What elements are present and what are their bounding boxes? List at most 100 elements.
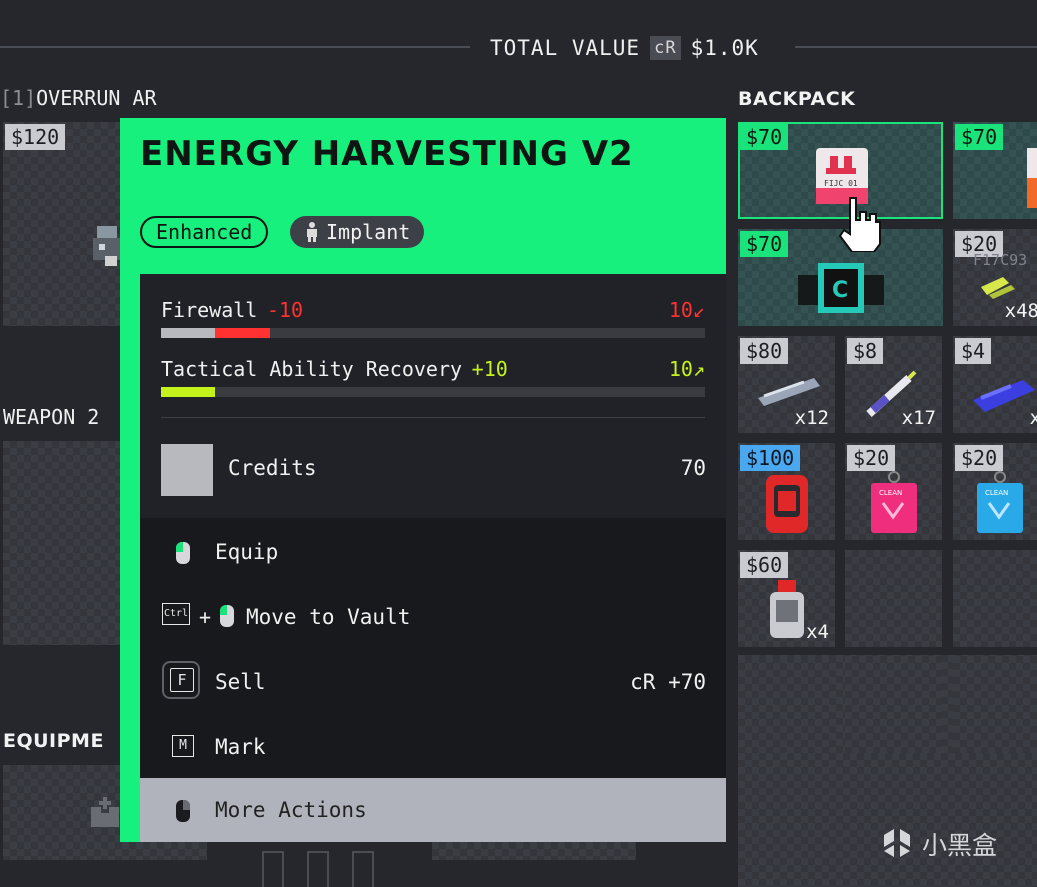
item-price: $80 xyxy=(740,338,789,364)
backpack-item-8[interactable]: $100 xyxy=(738,443,835,540)
stat-name: Tactical Ability Recovery xyxy=(161,357,463,381)
item-qty: x12 xyxy=(794,407,829,429)
backpack-title: BACKPACK xyxy=(738,88,856,110)
actions-panel: Equip Ctrl + Move to Vault F Sell cR +70… xyxy=(140,518,726,842)
slot1-name: OVERRUN AR xyxy=(36,86,157,110)
backpack-empty-1[interactable] xyxy=(845,550,942,647)
tag-implant-label: Implant xyxy=(326,220,411,244)
stat-tactical-recovery: Tactical Ability Recovery +10 10↗ xyxy=(161,357,705,397)
stat-bar-loss xyxy=(215,328,270,338)
action-move-to-vault[interactable]: Ctrl + Move to Vault xyxy=(140,585,726,649)
stat-delta: -10 xyxy=(266,298,304,322)
total-value: TOTAL VALUE cR $1.0K xyxy=(490,36,759,60)
weapon2-slot[interactable] xyxy=(3,441,128,645)
item-price: $60 xyxy=(740,552,789,578)
backpack-item-7[interactable]: $4 x xyxy=(953,336,1037,433)
tag-implant: Implant xyxy=(290,216,425,248)
weapon2-label: WEAPON 2 xyxy=(3,405,100,429)
pink-pouch-icon: CLEAN xyxy=(871,471,917,533)
orange-chip-icon xyxy=(1027,148,1037,208)
backpack-empty-5[interactable] xyxy=(953,656,1037,753)
canister-icon xyxy=(770,580,804,638)
sell-value: cR +70 xyxy=(630,670,706,694)
mouse-left-icon xyxy=(220,605,234,627)
cube-module-icon: C xyxy=(798,263,884,313)
stat-bar-gain xyxy=(161,387,216,397)
backpack-item-4[interactable]: $20 F17C93 x48 xyxy=(953,229,1037,326)
slot1-label: [1]OVERRUN AR xyxy=(0,86,157,110)
item-price: $70 xyxy=(740,124,789,150)
m-key-icon: M xyxy=(172,735,194,757)
slot-outlines-icon xyxy=(262,851,374,887)
svg-text:C: C xyxy=(832,278,848,303)
action-label: Sell xyxy=(215,670,266,694)
stat-value: 10↙ xyxy=(668,298,705,322)
backpack-item-9[interactable]: $20 CLEAN xyxy=(845,443,942,540)
backpack-item-6[interactable]: $8 x17 xyxy=(845,336,942,433)
tag-enhanced: Enhanced xyxy=(140,216,269,248)
ctrl-key-icon: Ctrl xyxy=(162,603,190,625)
item-price: $70 xyxy=(955,124,1004,150)
item-qty: x48 xyxy=(1004,300,1037,322)
credits-value: 70 xyxy=(680,456,706,480)
implant-body-icon xyxy=(307,222,317,242)
plus-sign: + xyxy=(199,605,212,629)
backpack-item-10[interactable]: $20 CLEAN xyxy=(953,443,1037,540)
equipment-slot-2[interactable] xyxy=(432,842,636,860)
backpack-item-11[interactable]: $60 x4 xyxy=(738,550,835,647)
svg-text:FIJC 01: FIJC 01 xyxy=(824,179,858,188)
stat-bar-base xyxy=(161,328,216,338)
backpack-empty-4[interactable] xyxy=(845,656,942,753)
stat-firewall: Firewall -10 10↙ xyxy=(161,298,705,338)
header-rule-right xyxy=(795,46,1037,48)
blade-icon xyxy=(758,378,820,406)
stats-panel: Firewall -10 10↙ Tactical Ability Recove… xyxy=(140,274,726,518)
action-label: Mark xyxy=(215,735,266,759)
equipment-label: EQUIPME xyxy=(3,730,104,752)
item-qty: x xyxy=(1029,407,1037,429)
stat-bar xyxy=(161,387,705,397)
add-equipment-icon xyxy=(91,797,119,827)
svg-text:CLEAN: CLEAN xyxy=(985,489,1008,497)
watermark-text: 小黑盒 xyxy=(922,831,998,860)
arrow-down-icon: ↙ xyxy=(692,298,705,322)
stats-divider xyxy=(161,417,705,418)
action-more-actions[interactable]: More Actions xyxy=(140,778,726,842)
svg-text:CLEAN: CLEAN xyxy=(879,489,902,497)
total-label: TOTAL VALUE xyxy=(490,36,641,60)
red-armor-icon xyxy=(766,475,808,533)
stat-value: 10↗ xyxy=(668,357,705,381)
item-price: $4 xyxy=(955,338,992,364)
mouse-left-icon xyxy=(176,542,190,564)
backpack-empty-3[interactable] xyxy=(738,656,835,753)
watermark: 小黑盒 xyxy=(880,826,997,862)
slot1-number: [1] xyxy=(0,86,37,110)
currency-badge: cR xyxy=(650,36,681,60)
backpack-item-5[interactable]: $80 x12 xyxy=(738,336,835,433)
item-qty: x4 xyxy=(806,621,829,643)
credits-icon xyxy=(161,444,213,496)
stat-name: Firewall xyxy=(161,298,258,322)
heybox-logo-icon xyxy=(884,829,910,857)
blue-pouch-icon: CLEAN xyxy=(977,471,1023,533)
weapon1-price: $120 xyxy=(5,124,66,150)
credits-label: Credits xyxy=(228,456,317,480)
arrow-up-icon: ↗ xyxy=(692,357,705,381)
blue-device-icon xyxy=(973,380,1035,412)
item-title: ENERGY HARVESTING V2 xyxy=(140,134,634,174)
item-code: F17C93 xyxy=(973,251,1028,269)
item-qty: x17 xyxy=(901,407,936,429)
header-rule-left xyxy=(0,46,470,48)
backpack-empty-2[interactable] xyxy=(953,550,1037,647)
weapon1-slot[interactable]: $120 xyxy=(3,122,128,326)
action-equip[interactable]: Equip xyxy=(140,520,726,584)
action-sell[interactable]: F Sell cR +70 xyxy=(140,650,726,714)
action-mark[interactable]: M Mark xyxy=(140,715,726,779)
hand-cursor-icon xyxy=(838,197,881,252)
mouse-right-icon xyxy=(176,800,190,822)
action-label: Move to Vault xyxy=(246,605,411,629)
item-price: $20 xyxy=(847,445,896,471)
weapon1-icon xyxy=(93,226,121,266)
backpack-item-2[interactable]: $70 xyxy=(953,122,1037,219)
stat-delta: +10 xyxy=(471,357,508,381)
